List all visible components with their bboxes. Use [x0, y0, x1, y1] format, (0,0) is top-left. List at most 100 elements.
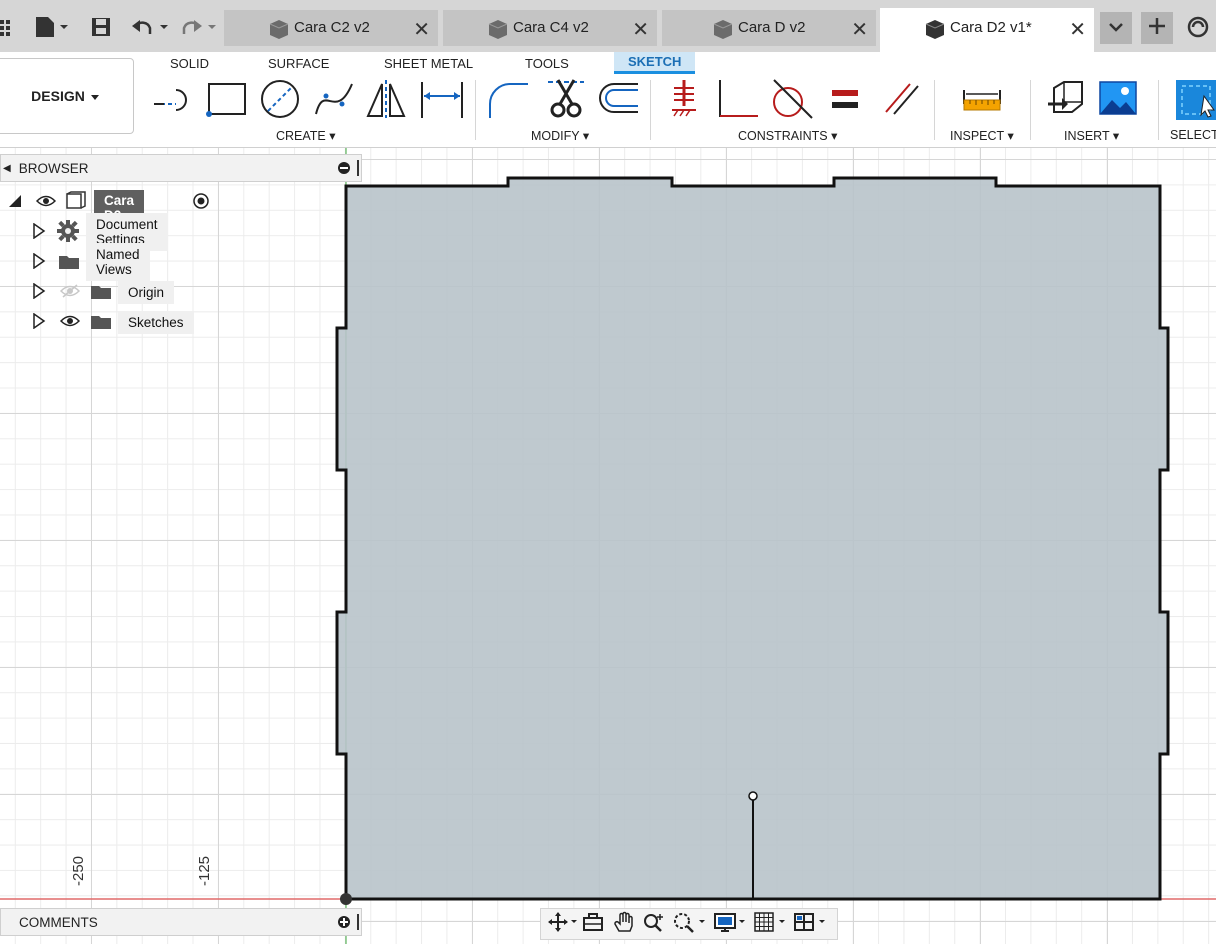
redo-icon[interactable] [180, 14, 220, 40]
tab-cara-c4[interactable]: Cara C4 v2 ✕ [443, 10, 657, 46]
display-settings-icon[interactable] [713, 911, 749, 938]
expand-triangle-icon[interactable] [32, 282, 46, 302]
tab-label: Cara C2 v2 [294, 19, 370, 36]
tab-cara-d2[interactable]: Cara D2 v1* ✕ [880, 8, 1094, 52]
sketch-dimension-icon[interactable] [418, 78, 466, 125]
expand-triangle-icon[interactable] [32, 312, 46, 332]
insert-canvas-icon[interactable] [1098, 78, 1140, 125]
eye-icon[interactable] [35, 194, 57, 211]
new-tab-button[interactable] [1141, 12, 1173, 44]
offset-icon[interactable] [596, 78, 642, 125]
viewports-icon[interactable] [793, 911, 829, 938]
look-at-icon[interactable] [581, 911, 605, 938]
folder-icon [90, 312, 112, 333]
trim-icon[interactable] [544, 78, 590, 125]
save-icon[interactable] [90, 14, 112, 40]
plus-icon [1148, 17, 1166, 40]
caret-down-icon: ▾ [1007, 129, 1014, 143]
comments-panel-header[interactable]: COMMENTS [0, 908, 362, 936]
online-status-icon[interactable] [1186, 14, 1210, 40]
component-icon [487, 19, 509, 43]
browser-item-label: Sketches [118, 310, 194, 334]
divider [1030, 80, 1031, 140]
group-insert[interactable]: INSERT ▾ [1064, 128, 1119, 143]
tab-tools[interactable]: TOOLS [525, 52, 569, 74]
close-icon[interactable]: ✕ [851, 17, 868, 42]
fillet-icon[interactable] [486, 78, 532, 125]
folder-icon [90, 282, 112, 303]
line-icon[interactable] [150, 78, 196, 125]
group-create[interactable]: CREATE ▾ [276, 128, 336, 143]
equal-icon[interactable] [828, 78, 864, 125]
close-icon[interactable]: ✕ [632, 17, 649, 42]
tab-cara-c2[interactable]: Cara C2 v2 ✕ [224, 10, 438, 46]
collapse-panel-icon[interactable]: ◀ [3, 163, 11, 174]
workspace-switcher[interactable]: DESIGN [0, 58, 134, 134]
caret-down-icon: ▾ [582, 129, 590, 143]
group-select[interactable]: SELECT [1170, 128, 1216, 142]
zoom-icon[interactable] [643, 911, 665, 938]
add-comment-icon[interactable] [337, 915, 351, 932]
browser-item-label: Named Views [86, 243, 150, 281]
browser-title: BROWSER [18, 160, 89, 176]
zoom-window-icon[interactable] [673, 911, 709, 938]
divider [475, 80, 476, 140]
sketch-graphics[interactable] [0, 148, 1216, 944]
tab-solid[interactable]: SOLID [170, 52, 209, 74]
divider [650, 80, 651, 140]
tangent-icon[interactable] [770, 78, 816, 125]
measure-icon[interactable] [960, 78, 1004, 125]
divider [1158, 80, 1159, 140]
grid-label-minus-125: -125 [196, 855, 213, 886]
panel-resize-handle[interactable] [357, 160, 359, 176]
orbit-icon[interactable] [547, 911, 577, 938]
perpendicular-icon[interactable] [716, 78, 762, 125]
select-icon[interactable] [1174, 78, 1216, 125]
tab-sheet-metal[interactable]: SHEET METAL [384, 52, 473, 74]
caret-down-icon: ▾ [329, 129, 336, 143]
group-inspect-label: INSPECT [950, 129, 1004, 143]
tab-label: Cara D v2 [738, 19, 806, 36]
group-modify[interactable]: MODIFY ▾ [531, 128, 589, 143]
group-create-label: CREATE [276, 129, 326, 143]
close-icon[interactable]: ✕ [413, 17, 430, 42]
sketch-profile [335, 176, 1170, 901]
spline-icon[interactable] [312, 78, 358, 125]
eye-icon[interactable] [59, 314, 81, 331]
eye-hidden-icon[interactable] [59, 283, 81, 301]
browser-panel-header[interactable]: ◀ BROWSER [0, 154, 362, 182]
mirror-icon[interactable] [364, 78, 410, 125]
circle-icon[interactable] [258, 78, 304, 125]
browser-toggle-icon[interactable] [337, 161, 351, 178]
component-icon [64, 190, 88, 214]
tab-surface[interactable]: SURFACE [268, 52, 329, 74]
tab-cara-d[interactable]: Cara D v2 ✕ [662, 10, 876, 46]
tab-label: Cara C4 v2 [513, 19, 589, 36]
viewport-canvas[interactable]: -250 -125 [0, 148, 1216, 944]
tab-label: Cara D2 v1* [950, 19, 1032, 36]
origin-point [340, 893, 352, 905]
toolbar-ribbon: DESIGN SOLID SURFACE SHEET METAL TOOLS S… [0, 52, 1216, 148]
active-radio-icon[interactable] [192, 192, 210, 213]
file-menu-icon[interactable] [34, 14, 70, 40]
panel-resize-handle[interactable] [357, 914, 359, 930]
insert-derive-icon[interactable] [1044, 78, 1090, 125]
tab-list-button[interactable] [1100, 12, 1132, 44]
app-grid-icon[interactable] [0, 14, 14, 40]
expand-triangle-icon[interactable] [8, 194, 22, 211]
parallel-icon[interactable] [880, 78, 922, 125]
gear-icon [56, 219, 80, 246]
close-icon[interactable]: ✕ [1069, 17, 1086, 42]
caret-down-icon [90, 88, 99, 104]
expand-triangle-icon[interactable] [32, 222, 46, 242]
undo-icon[interactable] [132, 14, 172, 40]
pan-hand-icon[interactable] [613, 911, 635, 938]
expand-triangle-icon[interactable] [32, 252, 46, 272]
rectangle-icon[interactable] [206, 78, 250, 125]
tab-sketch[interactable]: SKETCH [614, 52, 696, 74]
fix-constraint-icon[interactable] [664, 78, 704, 125]
grid-label-minus-250: -250 [70, 855, 87, 886]
group-inspect[interactable]: INSPECT ▾ [950, 128, 1014, 143]
group-constraints[interactable]: CONSTRAINTS ▾ [738, 128, 837, 143]
grid-settings-icon[interactable] [753, 911, 789, 938]
